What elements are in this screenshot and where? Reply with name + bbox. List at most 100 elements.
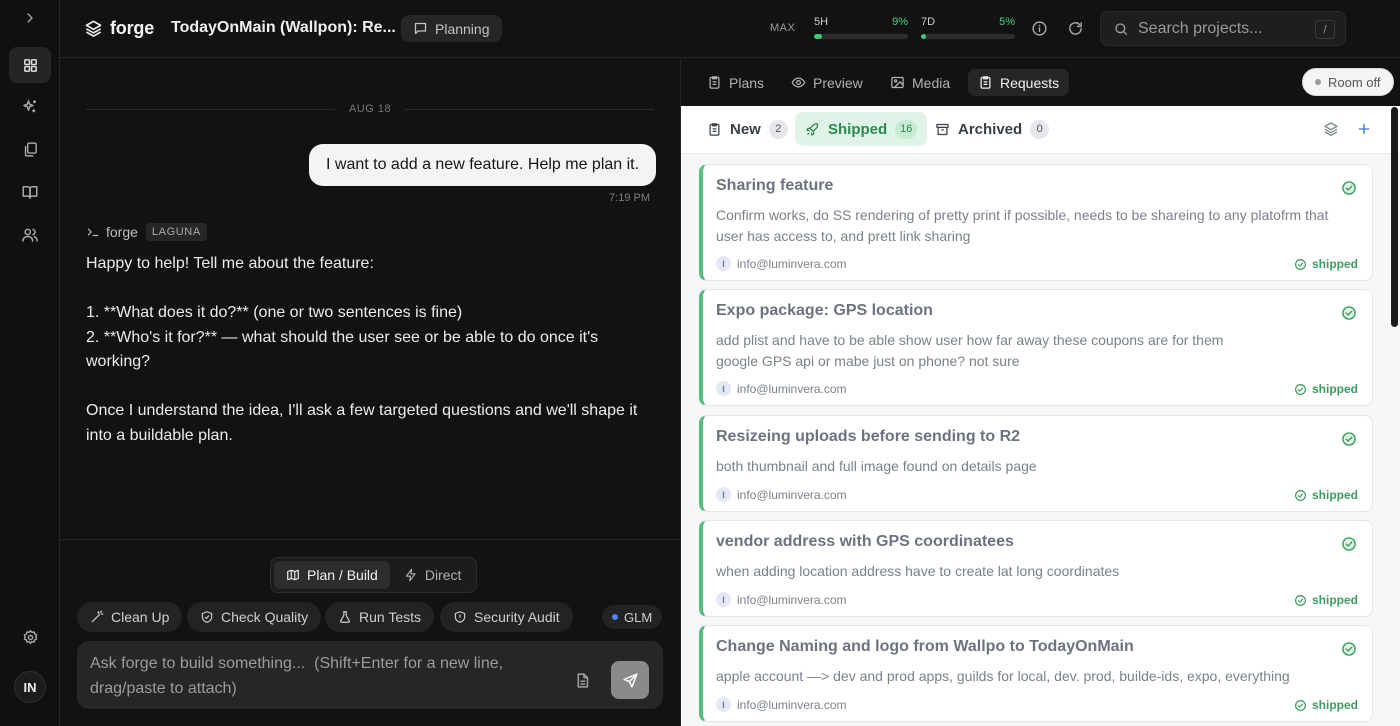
request-card[interactable]: Expo package: GPS location add plist and …: [699, 289, 1373, 406]
rail-dashboard-button[interactable]: [9, 47, 51, 83]
check-circle-small-icon: [1295, 258, 1306, 270]
usage-max-label: MAX: [770, 22, 796, 34]
agent-message-line: Once I understand the idea, I'll ask a f…: [86, 402, 638, 444]
user-message-bubble: I want to add a new feature. Help me pla…: [309, 144, 657, 186]
check-quality-button[interactable]: Check Quality: [187, 602, 322, 632]
usage-5h-track: [814, 34, 908, 39]
request-card[interactable]: Resizeing uploads before sending to R2 bo…: [699, 415, 1373, 512]
mark-shipped-toggle[interactable]: [1340, 304, 1358, 322]
app-logo[interactable]: forge: [84, 18, 154, 39]
room-toggle[interactable]: Room off: [1302, 68, 1394, 96]
filter-shipped-label: Shipped: [828, 120, 888, 138]
agent-header: forge LAGUNA: [86, 223, 207, 241]
security-audit-button[interactable]: Security Audit: [440, 602, 573, 632]
check-circle-icon: [1341, 641, 1357, 657]
tab-media[interactable]: Media: [880, 69, 960, 96]
request-author: Iinfo@luminvera.com: [716, 381, 847, 396]
clean-up-button[interactable]: Clean Up: [77, 602, 183, 632]
request-author: Iinfo@luminvera.com: [716, 592, 847, 607]
rail-settings-button[interactable]: [9, 619, 51, 655]
plus-icon: [1358, 123, 1370, 135]
prompt-input[interactable]: [90, 651, 530, 701]
check-circle-small-icon: [1295, 383, 1306, 395]
agent-message-line: 1. **What does it do?** (one or two sent…: [86, 304, 463, 321]
check-circle-small-icon: [1295, 594, 1306, 606]
filter-shipped[interactable]: Shipped 16: [795, 112, 928, 146]
request-card[interactable]: Sharing feature Confirm works, do SS rend…: [699, 164, 1373, 281]
tab-requests-label: Requests: [1000, 74, 1060, 91]
request-filter-bar: New 2 Shipped 16 Archived 0: [681, 106, 1400, 154]
clipboard-list-icon: [980, 76, 991, 89]
run-tests-button[interactable]: Run Tests: [325, 602, 434, 632]
avatar-initials: IN: [23, 679, 37, 695]
layers-logo-icon: [85, 20, 102, 37]
status-badge: shipped: [1294, 698, 1358, 712]
rail-ai-button[interactable]: [9, 89, 51, 125]
author-avatar: I: [716, 381, 731, 396]
layers-icon: [1324, 122, 1338, 136]
refresh-icon: [1069, 22, 1082, 35]
rail-documents-button[interactable]: [9, 131, 51, 167]
status-label: shipped: [1311, 593, 1358, 607]
request-card[interactable]: Change Naming and logo from Wallpo to To…: [699, 625, 1373, 722]
user-avatar[interactable]: IN: [14, 671, 46, 703]
rail-team-button[interactable]: [9, 217, 51, 253]
mark-shipped-toggle[interactable]: [1340, 430, 1358, 448]
refresh-button[interactable]: [1067, 20, 1084, 37]
search-box[interactable]: /: [1100, 11, 1346, 46]
chat-panel: AUG 18 I want to add a new feature. Help…: [60, 59, 680, 726]
tab-requests[interactable]: Requests: [968, 69, 1070, 96]
message-timestamp: 7:19 PM: [609, 192, 650, 204]
message-square-icon: [414, 22, 427, 35]
model-selector[interactable]: GLM: [602, 605, 663, 629]
clipboard-icon: [709, 76, 720, 89]
request-list-scrollbar[interactable]: [1391, 107, 1398, 327]
tab-preview[interactable]: Preview: [781, 69, 873, 96]
tab-media-label: Media: [912, 74, 951, 91]
group-view-button[interactable]: [1323, 121, 1339, 137]
tab-plans[interactable]: Plans: [697, 69, 774, 96]
project-title[interactable]: TodayOnMain (Wallpon): Re...: [171, 19, 396, 37]
wand-icon: [91, 610, 104, 623]
agent-message: Happy to help! Tell me about the feature…: [86, 252, 656, 448]
expand-sidebar-button[interactable]: [9, 0, 51, 36]
usage-7d: 7D 5%: [921, 16, 1015, 39]
filter-new[interactable]: New 2: [697, 112, 798, 146]
request-description: Confirm works, do SS rendering of pretty…: [716, 207, 1329, 244]
plan-build-mode-button[interactable]: Plan / Build: [274, 561, 390, 589]
mark-shipped-toggle[interactable]: [1340, 535, 1358, 553]
add-request-button[interactable]: [1356, 121, 1372, 137]
mark-shipped-toggle[interactable]: [1340, 179, 1358, 197]
mark-shipped-toggle[interactable]: [1340, 640, 1358, 658]
request-description: when adding location address have to cre…: [716, 563, 1120, 579]
app-name: forge: [110, 18, 155, 38]
planning-mode-pill[interactable]: Planning: [401, 15, 502, 42]
attach-file-button[interactable]: [574, 672, 591, 689]
rail-docs-button[interactable]: [9, 174, 51, 210]
direct-mode-button[interactable]: Direct: [392, 561, 474, 589]
filter-new-label: New: [730, 120, 761, 138]
users-icon: [22, 228, 38, 242]
message-spacer: [86, 375, 656, 400]
filter-archived[interactable]: Archived 0: [925, 112, 1059, 146]
status-label: shipped: [1311, 257, 1358, 271]
status-badge: shipped: [1294, 593, 1358, 607]
message-spacer: [86, 277, 656, 302]
check-circle-icon: [1341, 536, 1357, 552]
run-tests-label: Run Tests: [359, 609, 421, 625]
search-icon: [1115, 22, 1127, 35]
status-badge: shipped: [1294, 488, 1358, 502]
send-button[interactable]: [611, 661, 649, 699]
plan-build-label: Plan / Build: [307, 567, 378, 583]
check-circle-icon: [1341, 305, 1357, 321]
request-description: both thumbnail and full image found on d…: [716, 458, 1037, 474]
composer: Plan / Build Direct Clean Up Check Quali…: [60, 539, 680, 726]
info-button[interactable]: [1031, 20, 1048, 37]
request-card[interactable]: vendor address with GPS coordinatees when…: [699, 520, 1373, 617]
request-author: Iinfo@luminvera.com: [716, 487, 847, 502]
search-input[interactable]: [1138, 19, 1308, 38]
copy-icon: [24, 141, 37, 157]
flask-icon: [340, 611, 350, 623]
model-status-dot: [612, 614, 618, 620]
filter-archived-label: Archived: [958, 120, 1023, 138]
